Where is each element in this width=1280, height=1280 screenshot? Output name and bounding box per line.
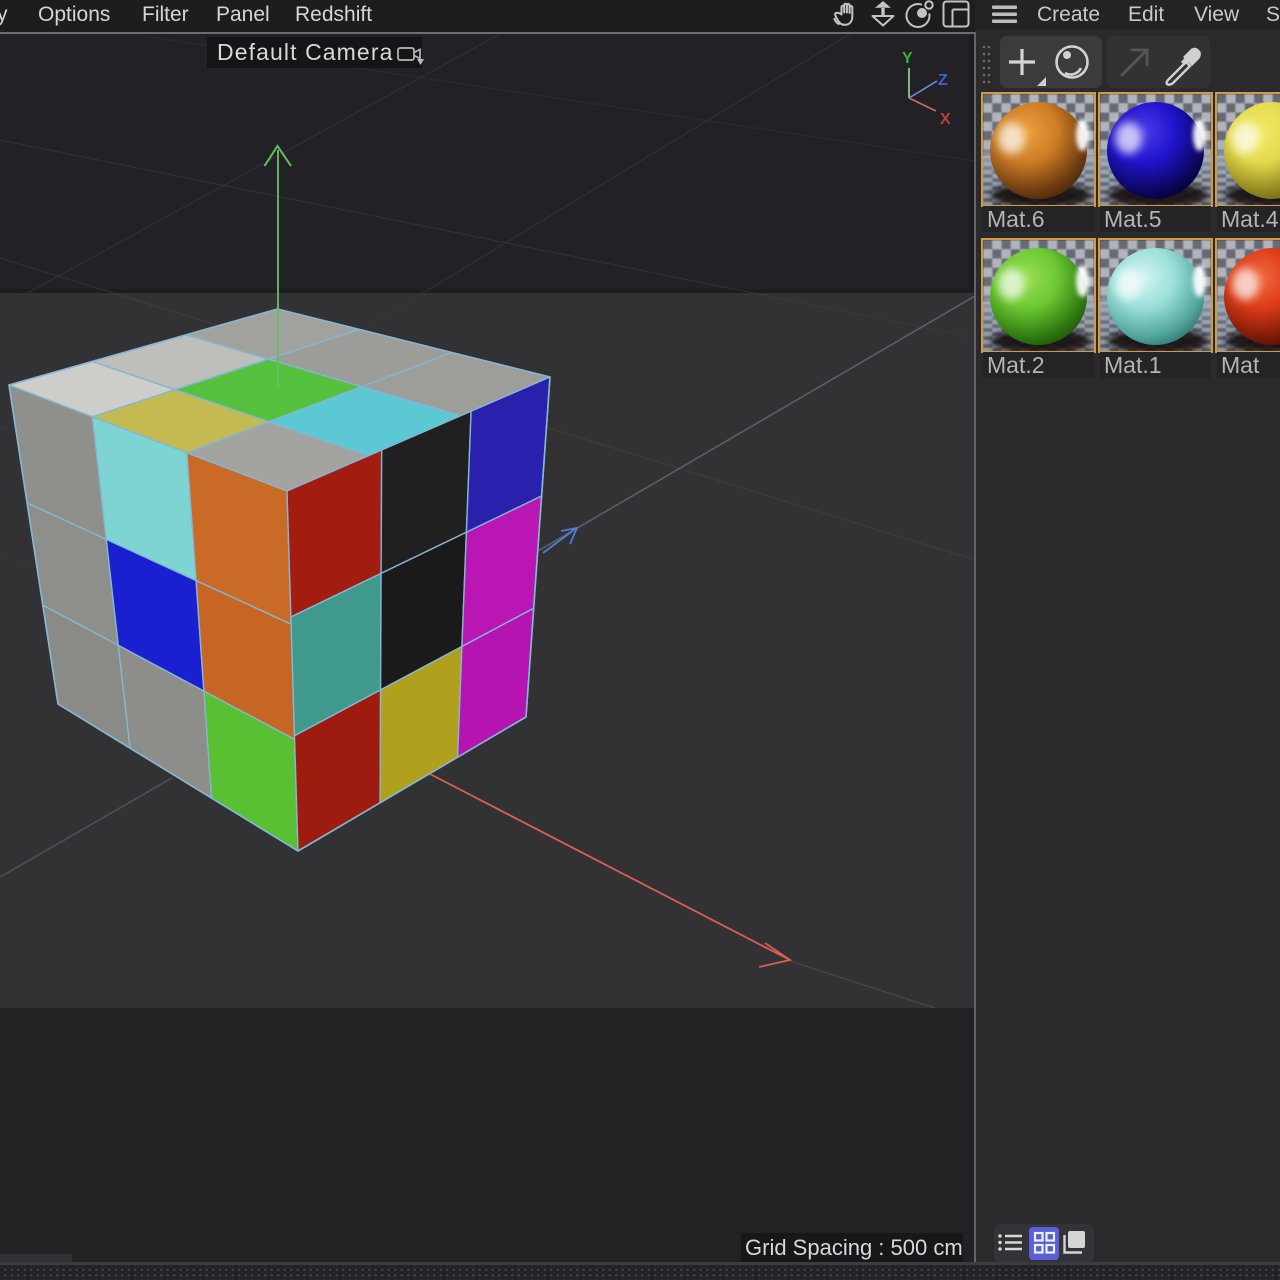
svg-text:Z: Z — [938, 72, 948, 89]
svg-text:X: X — [940, 111, 951, 128]
svg-text:Y: Y — [902, 50, 913, 67]
